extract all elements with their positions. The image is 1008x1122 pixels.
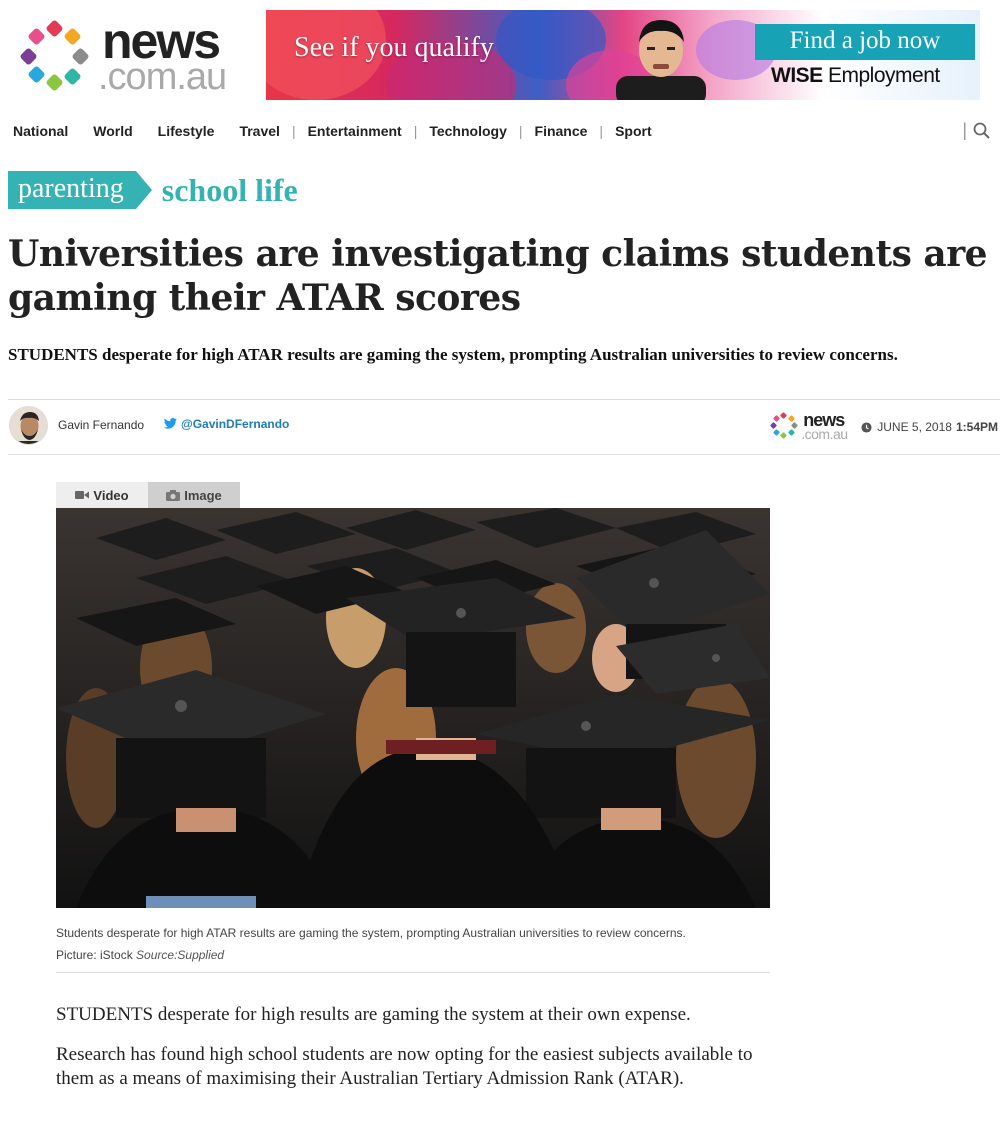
- nav-item-technology[interactable]: Technology: [429, 123, 507, 139]
- article-headline: Universities are investigating claims st…: [8, 233, 988, 319]
- twitter-handle: @GavinDFernando: [181, 417, 290, 431]
- video-camera-icon: [75, 491, 90, 499]
- nav-divider: |: [518, 123, 523, 139]
- nav-item-finance[interactable]: Finance: [535, 123, 588, 139]
- section-subtag-school-life[interactable]: school life: [162, 172, 298, 209]
- nav-item-lifestyle[interactable]: Lifestyle: [158, 123, 215, 139]
- clock-icon: [861, 421, 872, 433]
- source-logo: news .com.au: [770, 410, 855, 442]
- nav-divider: |: [291, 123, 296, 139]
- caption-source: Source:Supplied: [136, 948, 225, 962]
- search-icon[interactable]: [973, 122, 990, 139]
- site-logo[interactable]: news .com.au: [18, 13, 238, 98]
- ad-slogan: See if you qualify: [294, 32, 494, 63]
- caption-credit: Picture: iStock Source:Supplied: [56, 948, 225, 962]
- logo-word-comau: .com.au: [98, 56, 227, 98]
- divider: [8, 454, 1000, 455]
- publish-date-text: JUNE 5, 2018: [877, 420, 952, 434]
- publish-time-text: 1:54PM: [955, 420, 998, 434]
- publish-date: JUNE 5, 2018 1:54PM: [861, 420, 998, 434]
- nav-divider: |: [962, 120, 967, 140]
- source-logo-word-comau: .com.au: [801, 426, 848, 442]
- twitter-bird-icon: [163, 418, 178, 429]
- author-name[interactable]: Gavin Fernando: [58, 418, 144, 432]
- photo-caption: Students desperate for high ATAR results…: [56, 922, 770, 966]
- nav-item-sport[interactable]: Sport: [615, 123, 652, 139]
- media-tabs: Video Image: [56, 482, 240, 508]
- ad-find-job-button[interactable]: Find a job now: [755, 24, 975, 60]
- nav-divider: |: [413, 123, 418, 139]
- nav-item-travel[interactable]: Travel: [239, 123, 279, 139]
- nav-divider: |: [599, 123, 604, 139]
- section-tag-parenting[interactable]: parenting: [8, 171, 152, 209]
- logo-dots-icon: [18, 19, 92, 92]
- author-avatar[interactable]: [9, 406, 48, 445]
- tab-image[interactable]: Image: [148, 482, 240, 508]
- nav-search: |: [962, 120, 990, 141]
- article-paragraph: STUDENTS desperate for high results are …: [56, 1004, 691, 1025]
- article-paragraph: Research has found high school students …: [56, 1044, 753, 1089]
- nav-item-national[interactable]: National: [13, 123, 68, 139]
- section-ribbon: parenting school life: [8, 171, 298, 209]
- caption-text: Students desperate for high ATAR results…: [56, 926, 686, 940]
- camera-icon: [166, 489, 181, 501]
- ad-person-image: [616, 20, 706, 100]
- article-photo-graduates[interactable]: [56, 508, 770, 908]
- tab-video[interactable]: Video: [56, 482, 148, 508]
- nav-item-world[interactable]: World: [93, 123, 132, 139]
- article-meta: news .com.au JUNE 5, 2018 1:54PM: [770, 410, 998, 442]
- nav-item-entertainment[interactable]: Entertainment: [308, 123, 402, 139]
- author-twitter-link[interactable]: @GavinDFernando: [163, 417, 289, 431]
- divider: [8, 399, 1000, 400]
- divider: [56, 972, 770, 973]
- ad-banner[interactable]: See if you qualify Find a job now WISE E…: [266, 10, 980, 100]
- main-nav: National World Lifestyle Travel | Entert…: [13, 123, 677, 139]
- article-standfirst: STUDENTS desperate for high ATAR results…: [8, 345, 898, 364]
- ad-brand: WISE Employment: [771, 64, 940, 87]
